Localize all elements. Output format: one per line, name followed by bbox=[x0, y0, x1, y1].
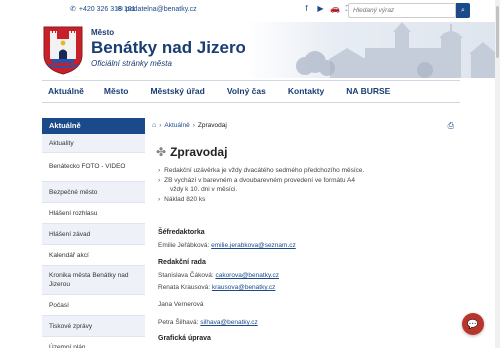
section-title-sefredaktorka: Šéfredaktorka bbox=[158, 229, 205, 236]
sidebar-item-hlaseni-zavad[interactable]: Hlášení závad bbox=[42, 224, 145, 245]
scrollbar[interactable] bbox=[495, 0, 500, 348]
sidebar-item-uzemni-plan[interactable]: Územní plán bbox=[42, 337, 145, 348]
list-item: › Redakční uzávěrka je vždy dvacátého sed… bbox=[158, 166, 408, 176]
list-item: › ZB vychází v barevném a dvoubarevném pr… bbox=[158, 176, 408, 186]
phone-icon: ✆ bbox=[70, 6, 76, 13]
chat-button[interactable]: 💬 bbox=[462, 313, 484, 335]
sidebar-item-tiskove-zpravy[interactable]: Tiskové zprávy bbox=[42, 316, 145, 337]
sidebar-item-hlaseni-rozhlasu[interactable]: Hlášení rozhlasu bbox=[42, 203, 145, 224]
contact-line: Petra Šilhavá: silhava@benatky.cz bbox=[158, 319, 258, 326]
sidebar-item-pocasi[interactable]: Počasí bbox=[42, 295, 145, 316]
page-title: Zpravodaj bbox=[170, 145, 228, 159]
contact-line: Jana Vernerová bbox=[158, 301, 204, 308]
contact-name: Petra Šilhavá: bbox=[158, 319, 199, 326]
email-link[interactable]: ✉ podatelna@benatky.cz bbox=[117, 5, 197, 14]
contact-name: Renata Krausová: bbox=[158, 284, 211, 291]
search-input[interactable] bbox=[348, 3, 456, 18]
top-bar: ✆ +420 326 316 101 ✉ podatelna@benatky.c… bbox=[0, 0, 500, 22]
contact-line: Stanislava Čáková: cakorova@benatky.cz bbox=[158, 272, 279, 279]
search-button[interactable]: ⌕ bbox=[456, 3, 470, 18]
bullet-text: vždy k 10. dni v měsíci. bbox=[170, 186, 238, 193]
bullet-text: Redakční uzávěrka je vždy dvacátého sedm… bbox=[164, 167, 365, 174]
main-nav: Aktuálně Město Městský úřad Volný čas Ko… bbox=[42, 80, 460, 103]
header-skyline-image bbox=[245, 22, 495, 78]
header-mesto: Město bbox=[91, 28, 115, 37]
home-icon[interactable]: ⌂ bbox=[152, 122, 156, 129]
email-address: podatelna@benatky.cz bbox=[125, 5, 197, 13]
site-header: Město Benátky nad Jizerou Oficiální strá… bbox=[0, 22, 495, 78]
car-icon[interactable]: 🚗 bbox=[330, 4, 340, 14]
youtube-icon[interactable]: ▶ bbox=[316, 4, 325, 14]
bullet-text: ZB vychází v barevném a dvoubarevném pro… bbox=[164, 176, 355, 184]
list-item-continuation: vždy k 10. dni v měsíci. bbox=[158, 185, 408, 195]
breadcrumb-current: Zpravodaj bbox=[197, 122, 227, 129]
section-title-redakcni-rada: Redakční rada bbox=[158, 259, 206, 266]
city-crest-logo[interactable] bbox=[42, 25, 84, 75]
contact-name: Emilie Jeřábková: bbox=[158, 242, 210, 249]
contact-line: Renata Krausová: krausova@benatky.cz bbox=[158, 284, 275, 291]
section-title-graficka-uprava: Grafická úprava bbox=[158, 335, 211, 342]
nav-item-mesto[interactable]: Město bbox=[92, 81, 137, 102]
scrollbar-thumb[interactable] bbox=[496, 6, 499, 58]
chat-bubble-icon: 💬 bbox=[467, 318, 479, 329]
contact-name: Jana Vernerová bbox=[158, 301, 204, 308]
sidebar-item-kalendar-akci[interactable]: Kalendář akcí bbox=[42, 245, 145, 266]
contact-email-link[interactable]: krausova@benatky.cz bbox=[212, 284, 276, 291]
facebook-icon[interactable]: f bbox=[302, 4, 311, 14]
bullet-text: Náklad 820 ks bbox=[164, 195, 206, 203]
nav-item-volny-cas[interactable]: Volný čas bbox=[213, 81, 274, 102]
contact-email-link[interactable]: emilie.jerabkova@seznam.cz bbox=[211, 242, 296, 249]
nav-item-kontakty[interactable]: Kontakty bbox=[274, 81, 332, 102]
print-icon[interactable]: ⎙ bbox=[448, 121, 454, 131]
sidebar-item-kronika[interactable]: Kronika města Benátky nad Jizerou bbox=[42, 266, 145, 295]
site-subtitle: Oficiální stránky města bbox=[91, 59, 172, 68]
sidebar: Aktuálně Aktuality Benátecko FOTO - VIDE… bbox=[42, 118, 145, 348]
bullet-arrow-icon: › bbox=[158, 195, 161, 203]
contact-email-link[interactable]: cakorova@benatky.cz bbox=[215, 272, 279, 279]
sidebar-item-benatecko-foto-video[interactable]: Benátecko FOTO - VIDEO bbox=[42, 153, 145, 182]
sidebar-item-bezpecne-mesto[interactable]: Bezpečné město bbox=[42, 182, 145, 203]
contact-name: Stanislava Čáková: bbox=[158, 272, 214, 279]
sidebar-heading[interactable]: Aktuálně bbox=[42, 118, 145, 134]
bullet-arrow-icon: › bbox=[158, 176, 161, 184]
info-bullets: › Redakční uzávěrka je vždy dvacátého sed… bbox=[158, 166, 408, 204]
nav-item-aktualne[interactable]: Aktuálně bbox=[42, 81, 92, 102]
breadcrumb-separator: › bbox=[192, 122, 195, 129]
breadcrumb: ⌂ › Aktuálně › Zpravodaj bbox=[152, 122, 227, 129]
breadcrumb-aktualne[interactable]: Aktuálně bbox=[164, 122, 189, 129]
breadcrumb-separator: › bbox=[159, 122, 162, 129]
mail-icon: ✉ bbox=[117, 6, 123, 13]
title-decoration-icon: ✤ bbox=[156, 145, 167, 159]
contact-line: Emilie Jeřábková: emilie.jerabkova@sezna… bbox=[158, 242, 296, 249]
search-icon: ⌕ bbox=[461, 7, 465, 14]
nav-item-na-burse[interactable]: NA BURSE bbox=[332, 81, 398, 102]
sidebar-item-aktuality[interactable]: Aktuality bbox=[42, 134, 145, 153]
site-title[interactable]: Benátky nad Jizerou bbox=[91, 38, 256, 58]
nav-item-mestsky-urad[interactable]: Městský úřad bbox=[136, 81, 212, 102]
social-icons: f ▶ 🚗 ⛶ bbox=[302, 4, 353, 14]
contact-email-link[interactable]: silhava@benatky.cz bbox=[200, 319, 257, 326]
list-item: › Náklad 820 ks bbox=[158, 195, 408, 205]
page-title-row: ✤ Zpravodaj bbox=[156, 145, 227, 159]
bullet-arrow-icon: › bbox=[158, 167, 161, 174]
